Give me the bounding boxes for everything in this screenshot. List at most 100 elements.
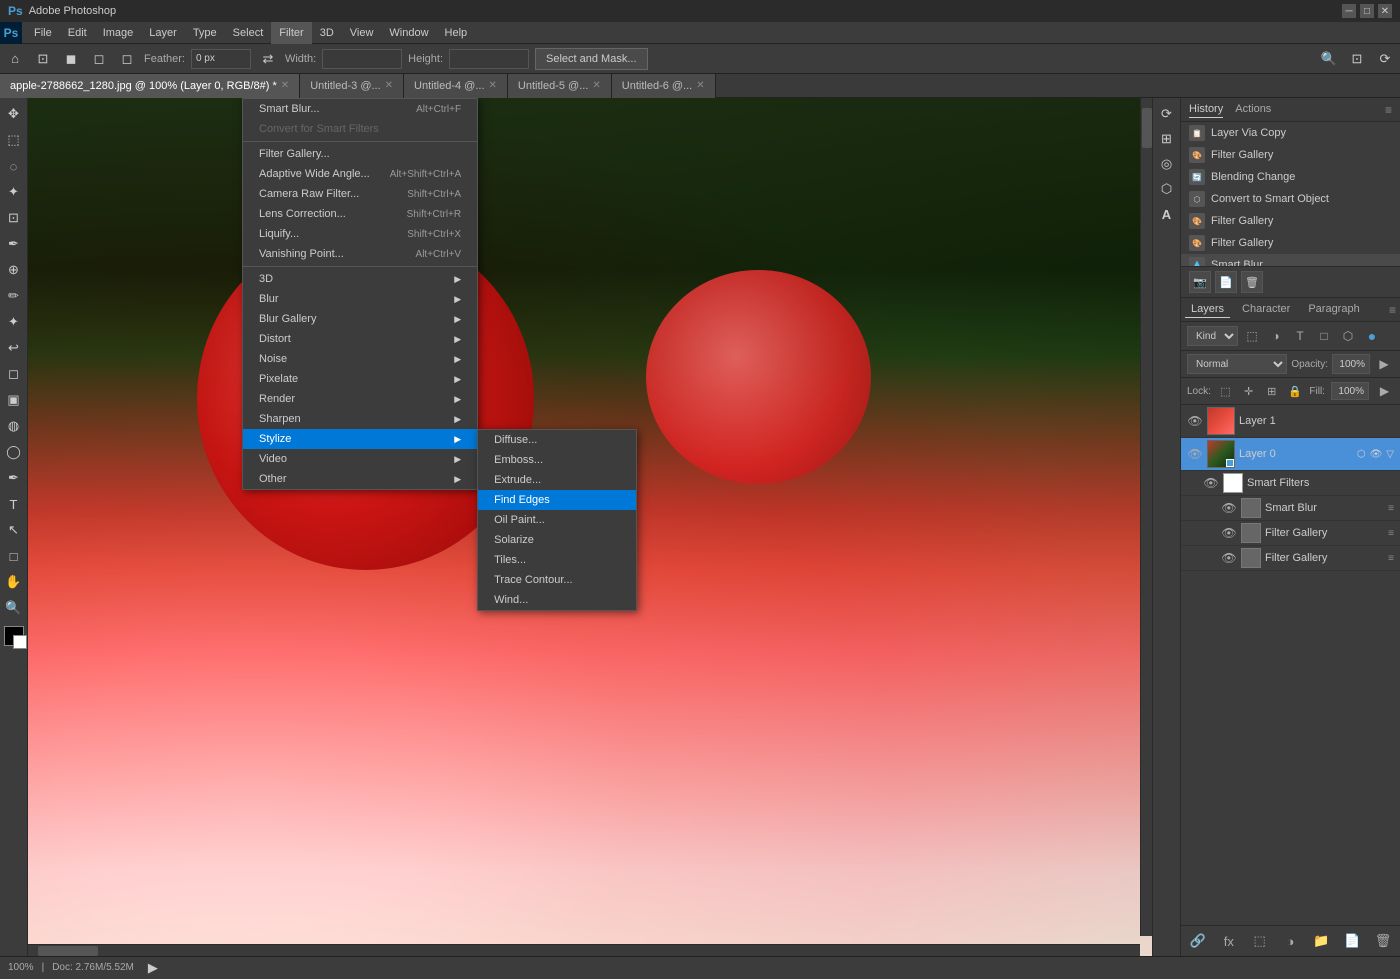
sf-gallery2-visibility[interactable]: 👁: [1221, 550, 1237, 566]
stylize-find-edges[interactable]: Find Edges: [478, 490, 636, 510]
minimize-button[interactable]: ─: [1342, 4, 1356, 18]
sf-visibility[interactable]: 👁: [1203, 475, 1219, 491]
filter-camera-raw[interactable]: Camera Raw Filter... Shift+Ctrl+A: [243, 184, 477, 204]
filter-blur-gallery[interactable]: Blur Gallery ▶: [243, 309, 477, 329]
filter-video[interactable]: Video ▶: [243, 449, 477, 469]
filter-render[interactable]: Render ▶: [243, 389, 477, 409]
magic-wand-tool[interactable]: ✦: [2, 180, 26, 204]
status-arrow-btn[interactable]: ▶: [142, 957, 164, 979]
scroll-thumb-horizontal[interactable]: [38, 946, 98, 956]
layer-adjustment-btn[interactable]: ◑: [1279, 930, 1301, 952]
layer-item-1[interactable]: 👁 Layer 1: [1181, 405, 1400, 438]
smart-filters-header[interactable]: 👁 Smart Filters: [1181, 471, 1400, 496]
history-panel-menu[interactable]: ≡: [1385, 103, 1392, 117]
scroll-thumb-vertical[interactable]: [1142, 108, 1152, 148]
tab-main[interactable]: apple-2788662_1280.jpg @ 100% (Layer 0, …: [0, 74, 300, 98]
tab-untitled5[interactable]: Untitled-5 @... ✕: [508, 74, 612, 98]
menu-help[interactable]: Help: [437, 22, 476, 44]
tab-main-close[interactable]: ✕: [281, 80, 289, 91]
feather-input[interactable]: [191, 49, 251, 69]
height-input[interactable]: [449, 49, 529, 69]
stylize-wind[interactable]: Wind...: [478, 590, 636, 610]
sf-blur-settings[interactable]: ≡: [1388, 503, 1394, 514]
hand-tool[interactable]: ✋: [2, 570, 26, 594]
layer-fx-btn[interactable]: fx: [1218, 930, 1240, 952]
title-bar-controls[interactable]: ─ □ ✕: [1342, 4, 1392, 18]
fill-input[interactable]: [1331, 382, 1369, 400]
dodge-tool[interactable]: ◯: [2, 440, 26, 464]
brush-tool[interactable]: ✏: [2, 284, 26, 308]
canvas-scroll-right[interactable]: [1140, 98, 1152, 936]
canvas-scroll-bottom[interactable]: [28, 944, 1140, 956]
sf-item-smart-blur[interactable]: 👁 Smart Blur ≡: [1181, 496, 1400, 521]
opacity-input[interactable]: [1332, 354, 1370, 374]
filter-3d[interactable]: 3D ▶: [243, 269, 477, 289]
rotate-icon[interactable]: ⟳: [1374, 48, 1396, 70]
filter-distort[interactable]: Distort ▶: [243, 329, 477, 349]
canvas-area[interactable]: Smart Blur... Alt+Ctrl+F Convert for Sma…: [28, 98, 1152, 956]
grid-icon-btn[interactable]: ⊞: [1155, 127, 1179, 151]
zoom-tool[interactable]: 🔍: [2, 596, 26, 620]
lock-artboard-btn[interactable]: ⊞: [1263, 382, 1280, 400]
lock-all-btn[interactable]: 🔒: [1286, 382, 1303, 400]
rotate-3d-icon-btn[interactable]: ⟳: [1155, 102, 1179, 126]
layer-mask-btn[interactable]: ⬚: [1249, 930, 1271, 952]
history-new-doc-btn[interactable]: 📄: [1215, 271, 1237, 293]
sf-gallery1-settings[interactable]: ≡: [1388, 528, 1394, 539]
filter-sharpen[interactable]: Sharpen ▶: [243, 409, 477, 429]
stylize-emboss[interactable]: Emboss...: [478, 450, 636, 470]
filter-noise[interactable]: Noise ▶: [243, 349, 477, 369]
menu-layer[interactable]: Layer: [141, 22, 185, 44]
layer-new-btn[interactable]: 📄: [1341, 930, 1363, 952]
background-color[interactable]: [13, 635, 27, 649]
selection-tool-btn[interactable]: ⊡: [32, 48, 54, 70]
actions-tab[interactable]: Actions: [1235, 101, 1271, 118]
stylize-tiles[interactable]: Tiles...: [478, 550, 636, 570]
layer-0-visibility[interactable]: 👁: [1187, 446, 1203, 462]
filter-smart-blur[interactable]: Smart Blur... Alt+Ctrl+F: [243, 99, 477, 119]
filter-pixelate[interactable]: Pixelate ▶: [243, 369, 477, 389]
smart-object-icon-btn[interactable]: ⬡: [1155, 177, 1179, 201]
path-selection-tool[interactable]: ↖: [2, 518, 26, 542]
tool-option-2[interactable]: ◻: [88, 48, 110, 70]
filter-liquify[interactable]: Liquify... Shift+Ctrl+X: [243, 224, 477, 244]
zoom-icon[interactable]: ⊡: [1346, 48, 1368, 70]
tool-option-1[interactable]: ◼: [60, 48, 82, 70]
filter-vanishing-point[interactable]: Vanishing Point... Alt+Ctrl+V: [243, 244, 477, 264]
layers-mode-select[interactable]: Normal: [1187, 354, 1287, 374]
history-snapshot-btn[interactable]: 📷: [1189, 271, 1211, 293]
tool-option-3[interactable]: ◻: [116, 48, 138, 70]
fill-arrow[interactable]: ▶: [1375, 381, 1394, 401]
stylize-trace-contour[interactable]: Trace Contour...: [478, 570, 636, 590]
close-button[interactable]: ✕: [1378, 4, 1392, 18]
paragraph-tab[interactable]: Paragraph: [1302, 301, 1365, 318]
eraser-tool[interactable]: ◻: [2, 362, 26, 386]
layer-shape-icon[interactable]: □: [1314, 326, 1334, 346]
stylize-diffuse[interactable]: Diffuse...: [478, 430, 636, 450]
layer-link-btn[interactable]: 🔗: [1187, 930, 1209, 952]
lasso-tool[interactable]: ◌: [2, 154, 26, 178]
filter-gallery[interactable]: Filter Gallery...: [243, 144, 477, 164]
menu-type[interactable]: Type: [185, 22, 225, 44]
stylize-extrude[interactable]: Extrude...: [478, 470, 636, 490]
sf-item-filter-gallery-2[interactable]: 👁 Filter Gallery ≡: [1181, 546, 1400, 571]
layer-folder-btn[interactable]: 📁: [1310, 930, 1332, 952]
history-item-filter-gallery-1[interactable]: 🎨 Filter Gallery: [1181, 144, 1400, 166]
lock-pixels-btn[interactable]: ⬚: [1217, 382, 1234, 400]
history-item-blending-change[interactable]: 🔄 Blending Change: [1181, 166, 1400, 188]
menu-view[interactable]: View: [342, 22, 382, 44]
history-item-layer-via-copy[interactable]: 📋 Layer Via Copy: [1181, 122, 1400, 144]
character-tab[interactable]: Character: [1236, 301, 1296, 318]
menu-edit[interactable]: Edit: [60, 22, 95, 44]
select-mask-button[interactable]: Select and Mask...: [535, 48, 648, 70]
layer-1-visibility[interactable]: 👁: [1187, 413, 1203, 429]
move-tool[interactable]: ✥: [2, 102, 26, 126]
sf-item-filter-gallery-1[interactable]: 👁 Filter Gallery ≡: [1181, 521, 1400, 546]
maximize-button[interactable]: □: [1360, 4, 1374, 18]
tab-untitled3[interactable]: Untitled-3 @... ✕: [300, 74, 404, 98]
layer-circle-icon[interactable]: ●: [1362, 326, 1382, 346]
history-item-convert-smart-object[interactable]: ⬡ Convert to Smart Object: [1181, 188, 1400, 210]
text-icon-btn[interactable]: A: [1155, 202, 1179, 226]
history-delete-btn[interactable]: 🗑: [1241, 271, 1263, 293]
foreground-color[interactable]: [4, 626, 24, 646]
